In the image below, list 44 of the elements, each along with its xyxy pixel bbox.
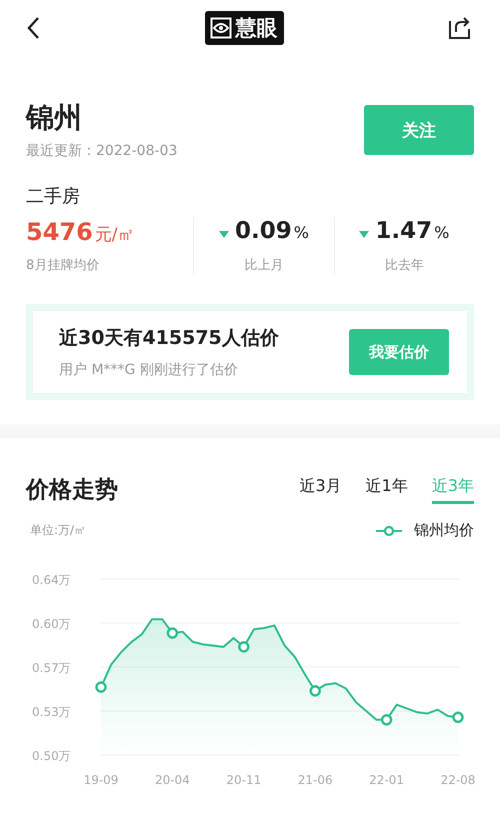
change-value: 1.47 [375,218,432,244]
legend-label: 锦州均价 [414,521,474,540]
range-tab[interactable]: 近3月 [299,476,342,504]
stat-caption: 8月挂牌均价 [26,257,100,274]
y-axis-label: 0.53万 [32,705,71,719]
legend-icon [376,524,402,536]
stat-caption: 比上月 [244,257,284,274]
follow-button[interactable]: 关注 [364,105,474,155]
data-point [452,712,464,723]
price-unit: 元/㎡ [94,224,135,246]
back-icon[interactable] [26,16,40,40]
section-title: 二手房 [25,185,81,208]
estimate-note: 用户 M***G 刚刚进行了估价 [59,361,239,379]
range-tab[interactable]: 近3年 [432,476,474,504]
y-axis-label: 0.60万 [32,617,71,631]
estimate-headline: 近30天有415575人估价 [59,326,279,351]
unit-label: 单位:万/㎡ [30,522,86,539]
data-point [95,681,107,693]
update-date: 最近更新：2022-08-03 [26,142,178,160]
estimate-button[interactable]: 我要估价 [349,329,449,375]
x-axis-label: 20-04 [154,773,190,787]
x-axis-label: 20-11 [226,773,262,787]
data-point [238,641,250,653]
logo-text: 慧眼 [236,15,278,42]
x-axis-label: 22-01 [369,773,404,787]
eye-icon [210,17,232,39]
x-axis-label: 22-08 [440,773,476,787]
y-axis-label: 0.57万 [32,661,71,675]
range-tab[interactable]: 近1年 [366,476,408,504]
percent-sign: % [434,223,450,242]
price-value: 5476 [26,218,93,246]
stat-caption: 比去年 [384,257,424,274]
data-point [380,714,392,726]
x-axis-label: 19-09 [84,773,118,787]
change-value: 0.09 [234,218,292,244]
y-axis-label: 0.50万 [32,749,71,763]
y-axis-label: 0.64万 [32,573,71,587]
city-name: 锦州 [26,100,83,136]
share-icon[interactable] [448,16,472,40]
section-title: 价格走势 [26,476,118,505]
data-point [166,627,178,639]
data-point [310,685,321,697]
x-axis-label: 21-06 [298,773,333,787]
percent-sign: % [294,223,309,242]
